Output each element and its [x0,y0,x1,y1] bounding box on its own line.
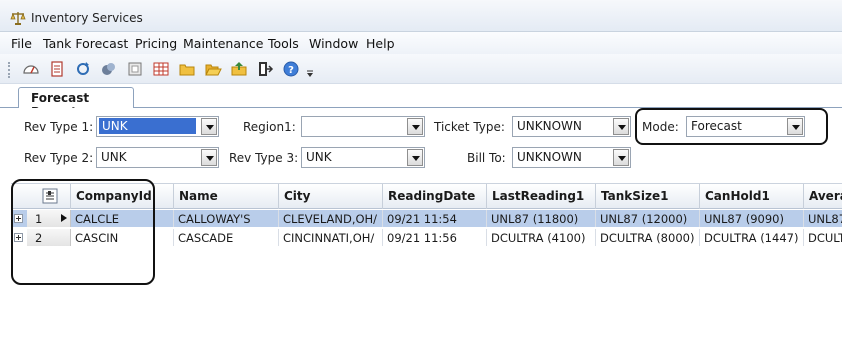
cell-tanksize1[interactable]: UNL87 (12000) [596,210,700,227]
column-header-average[interactable]: Avera [804,184,842,209]
bill-to-label: Bill To: [467,151,506,165]
menu-help[interactable]: Help [366,36,395,51]
cell-city[interactable]: CINCINNATI,OH/ [279,229,383,246]
chevron-down-icon[interactable] [201,118,217,135]
cell-city[interactable]: CLEVELAND,OH/ [279,210,383,227]
document-icon [128,62,142,76]
cell-canhold1[interactable]: UNL87 (9090) [700,210,804,227]
ticket-type-combo[interactable]: UNKNOWN [512,116,631,137]
toolbar-grip[interactable] [8,62,10,78]
report-button[interactable] [47,59,67,79]
export-button[interactable] [229,59,249,79]
menu-bar: File Tank Forecast Pricing Maintenance T… [0,32,842,54]
shuffle-icon [102,63,115,75]
cell-tanksize1[interactable]: DCULTRA (8000) [596,229,700,246]
chevron-down-icon[interactable] [613,118,629,135]
column-header-tanksize1[interactable]: TankSize1 [596,184,700,209]
folder-icon [179,64,195,76]
rev-type-1-combo[interactable]: UNK [96,116,219,137]
cell-lastreading1[interactable]: DCULTRA (4100) [487,229,596,246]
column-header-city[interactable]: City [279,184,383,209]
open-folder-icon [205,64,222,76]
ticket-type-label: Ticket Type: [434,120,505,134]
exit-button[interactable] [255,59,275,79]
rev-type-2-label: Rev Type 2: [24,151,94,165]
chevron-down-icon[interactable] [407,149,423,166]
grid-button[interactable] [151,59,171,79]
gauge-button[interactable] [21,59,41,79]
cell-lastreading1[interactable]: UNL87 (11800) [487,210,596,227]
column-header-name[interactable]: Name [174,184,279,209]
menu-maintenance[interactable]: Maintenance [183,36,264,51]
document-button[interactable] [125,59,145,79]
rev-type-3-value: UNK [306,150,332,164]
column-header-lastreading1[interactable]: LastReading1 [487,184,596,209]
chevron-down-icon[interactable] [201,149,217,166]
open-folder-button[interactable] [203,59,223,79]
rev-type-1-value: UNK [99,118,196,134]
cell-average[interactable]: DCULT [804,229,842,246]
rev-type-2-value: UNK [101,150,127,164]
region1-combo[interactable] [301,116,425,137]
exit-icon [259,62,274,76]
rev-type-1-label: Rev Type 1: [24,120,94,134]
rev-type-3-combo[interactable]: UNK [301,147,425,168]
svg-text:?: ? [288,65,294,76]
cell-readingdate[interactable]: 09/21 11:54 [383,210,487,227]
menu-tools[interactable]: Tools [268,36,299,51]
cell-average[interactable]: UNL87 [804,210,842,227]
menu-pricing[interactable]: Pricing [135,36,177,51]
folder-button[interactable] [177,59,197,79]
scales-icon [10,12,26,25]
refresh-button[interactable] [73,59,93,79]
help-icon: ? [283,61,299,77]
shuffle-button[interactable] [99,59,119,79]
menu-tank-forecast[interactable]: Tank Forecast [43,36,128,51]
refresh-icon [77,62,89,75]
chevron-down-icon[interactable] [407,118,423,135]
column-header-canhold1[interactable]: CanHold1 [700,184,804,209]
rev-type-2-combo[interactable]: UNK [96,147,219,168]
title-bar: Inventory Services [0,0,842,32]
rev-type-3-label: Rev Type 3: [229,151,299,165]
bill-to-combo[interactable]: UNKNOWN [512,147,631,168]
toolbar: ? [0,54,842,84]
region1-label: Region1: [243,120,296,134]
chevron-down-icon[interactable] [613,149,629,166]
tab-forecast-report[interactable]: Forecast Report [18,87,134,119]
ticket-type-value: UNKNOWN [517,119,582,133]
tab-strip: Forecast Report [0,84,842,119]
export-icon [231,62,247,76]
mode-annotation-box [635,108,828,145]
column-header-readingdate[interactable]: ReadingDate [383,184,487,209]
cell-name[interactable]: CASCADE [174,229,279,246]
report-icon [51,61,63,77]
menu-window[interactable]: Window [309,36,358,51]
gauge-icon [23,65,39,74]
cell-readingdate[interactable]: 09/21 11:56 [383,229,487,246]
cell-canhold1[interactable]: DCULTRA (1447) [700,229,804,246]
cell-name[interactable]: CALLOWAY'S [174,210,279,227]
menu-file[interactable]: File [11,36,32,51]
toolbar-overflow-icon[interactable] [305,65,315,79]
bill-to-value: UNKNOWN [517,150,582,164]
help-button[interactable]: ? [281,59,301,79]
window-title: Inventory Services [31,11,143,25]
grid-icon [153,62,169,76]
company-id-annotation-box [11,179,155,285]
